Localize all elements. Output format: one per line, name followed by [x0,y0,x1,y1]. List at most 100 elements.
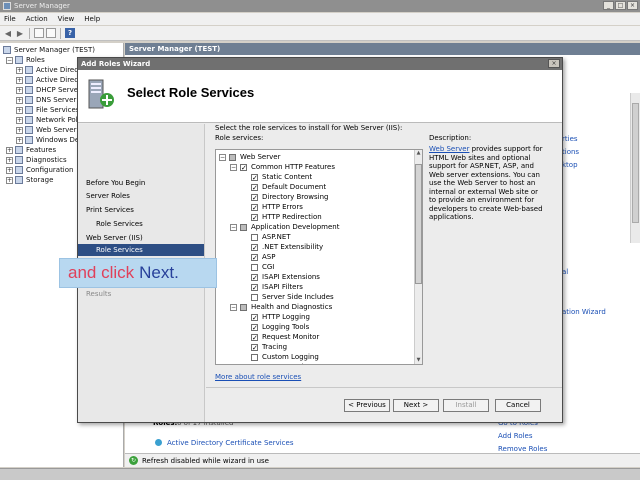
role-service-item[interactable]: ✓ HTTP Redirection [251,212,322,222]
role-service-item[interactable]: ✓ Request Monitor [251,332,319,342]
role-service-checkbox[interactable]: ✓ [251,273,258,281]
wizard-step[interactable]: Role Services [96,220,143,228]
role-service-checkbox[interactable] [251,353,258,361]
scrollbar-thumb[interactable] [632,103,639,223]
role-service-checkbox[interactable] [251,293,258,301]
tree-role-item[interactable]: + DHCP Serve [16,85,78,95]
role-service-checkbox[interactable] [240,223,247,231]
expand-icon[interactable]: + [16,106,23,114]
role-service-item[interactable]: ✓ ISAPI Extensions [251,272,320,282]
expand-icon[interactable]: + [16,76,23,84]
expand-icon[interactable]: + [16,96,23,104]
tree-role-item[interactable]: + Network Poli [16,115,80,125]
role-services-scrollbar[interactable]: ▲ ▼ [414,150,422,364]
scrollbar-thumb[interactable] [415,164,422,284]
expand-icon[interactable]: + [16,126,23,134]
tree-role-item[interactable]: + DNS Server [16,95,76,105]
wizard-step[interactable]: Before You Begin [86,179,145,187]
expand-icon[interactable]: + [16,136,23,144]
tree-roles[interactable]: − Roles [6,55,45,65]
role-service-item[interactable]: − Web Server [219,152,280,162]
forward-arrow-icon[interactable]: ▶ [15,28,25,38]
wizard-step[interactable]: Print Services [86,206,134,214]
tree-root[interactable]: Server Manager (TEST) [3,45,95,55]
role-service-checkbox[interactable]: ✓ [251,173,258,181]
collapse-icon[interactable]: − [6,56,13,64]
actions-link-fragment[interactable]: tions [562,148,579,156]
tree-diagnostics[interactable]: + Diagnostics [6,155,67,165]
cancel-button[interactable]: Cancel [495,399,541,412]
properties-link-fragment[interactable]: rties [562,135,578,143]
expand-icon[interactable]: + [16,66,23,74]
menu-action[interactable]: Action [26,15,48,23]
role-service-checkbox[interactable]: ✓ [251,213,258,221]
wizard-titlebar[interactable]: Add Roles Wizard [78,58,562,70]
role-service-item[interactable]: − Health and Diagnostics [230,302,332,312]
wizard-step[interactable]: Role Services [78,244,204,256]
role-service-checkbox[interactable]: ✓ [251,183,258,191]
role-service-item[interactable]: ASP.NET [251,232,291,242]
more-about-role-services-link[interactable]: More about role services [215,373,301,381]
role-service-item[interactable]: ✓ ISAPI Filters [251,282,303,292]
expand-icon[interactable]: + [6,166,13,174]
expand-icon[interactable]: + [6,176,13,184]
wizard-step[interactable]: Server Roles [86,192,130,200]
role-service-item[interactable]: − Application Development [230,222,339,232]
role-service-item[interactable]: ✓ Static Content [251,172,312,182]
role-service-item[interactable]: ✓ Tracing [251,342,287,352]
maximize-button[interactable]: □ [615,1,626,10]
role-service-checkbox[interactable]: ✓ [251,243,258,251]
close-button[interactable]: × [627,1,638,10]
ad-cert-link[interactable]: Active Directory Certificate Services [167,439,293,447]
wizard-link-fragment[interactable]: ation Wizard [562,308,606,316]
help-icon[interactable]: ? [65,28,75,38]
tree-storage[interactable]: + Storage [6,175,53,185]
back-arrow-icon[interactable]: ◀ [3,28,13,38]
wizard-step[interactable]: Web Server (IIS) [86,234,143,242]
role-service-checkbox[interactable]: ✓ [251,203,258,211]
window-titlebar[interactable]: Server Manager _ □ × [0,0,640,12]
menu-help[interactable]: Help [84,15,100,23]
collapse-icon[interactable]: − [230,223,237,231]
tree-features[interactable]: + Features [6,145,56,155]
scroll-down-icon[interactable]: ▼ [415,357,422,364]
remove-roles-link[interactable]: Remove Roles [498,445,547,453]
role-service-item[interactable]: ✓ Directory Browsing [251,192,329,202]
role-service-item[interactable]: ✓ Logging Tools [251,322,309,332]
wizard-close-button[interactable]: × [548,59,560,68]
properties-icon[interactable] [46,28,56,38]
role-service-checkbox[interactable]: ✓ [251,313,258,321]
role-service-item[interactable]: CGI [251,262,274,272]
role-service-item[interactable]: ✓ HTTP Errors [251,202,303,212]
tree-configuration[interactable]: + Configuration [6,165,73,175]
role-service-item[interactable]: ✓ ASP [251,252,275,262]
role-service-item[interactable]: ✓ HTTP Logging [251,312,310,322]
expand-icon[interactable]: + [6,146,13,154]
role-service-checkbox[interactable] [251,263,258,271]
collapse-icon[interactable]: − [230,163,237,171]
tree-role-item[interactable]: + Web Server [16,125,76,135]
role-service-checkbox[interactable]: ✓ [251,193,258,201]
desktop-link-fragment[interactable]: ktop [562,161,578,169]
menu-file[interactable]: File [4,15,16,23]
role-service-item[interactable]: ODBC Logging [251,362,312,364]
role-service-item[interactable]: Server Side Includes [251,292,334,302]
role-service-checkbox[interactable]: ✓ [251,323,258,331]
role-service-item[interactable]: − ✓ Common HTTP Features [230,162,335,172]
web-server-link[interactable]: Web Server [429,145,469,153]
minimize-button[interactable]: _ [603,1,614,10]
tree-role-item[interactable]: + Active Direc [16,75,78,85]
role-service-checkbox[interactable]: ✓ [240,163,247,171]
tree-role-item[interactable]: + File Services [16,105,79,115]
tree-role-item[interactable]: + Windows De [16,135,79,145]
role-service-item[interactable]: Custom Logging [251,352,319,362]
role-service-checkbox[interactable] [251,233,258,241]
role-service-item[interactable]: ✓ .NET Extensibility [251,242,323,252]
install-button[interactable]: Install [443,399,489,412]
previous-button[interactable]: < Previous [344,399,390,412]
role-service-checkbox[interactable] [240,303,247,311]
role-service-checkbox[interactable]: ✓ [251,283,258,291]
expand-icon[interactable]: + [16,116,23,124]
role-service-checkbox[interactable]: ✓ [251,333,258,341]
next-button[interactable]: Next > [393,399,439,412]
